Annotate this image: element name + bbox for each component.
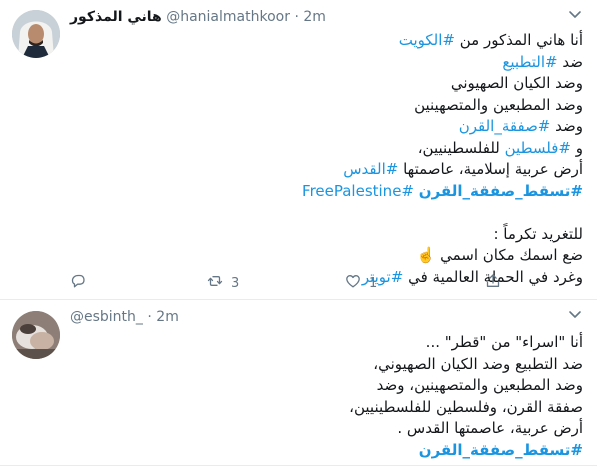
avatar[interactable] [12, 10, 60, 58]
separator: · [294, 9, 299, 25]
tweet-line: صفقة القرن، وفلسطين للفلسطينيين، [70, 397, 583, 419]
hashtag-link[interactable]: #تسقط_صفقة_القرن [419, 182, 583, 200]
tweet-text-segment: أنا هاني المذكور من [454, 31, 583, 49]
hashtag-link[interactable]: #صفقة_القرن [459, 117, 551, 135]
tweet-line: و #فلسطين للفلسطينيين، [70, 138, 583, 160]
tweet-line: وضد #صفقة_القرن [70, 116, 583, 138]
tweet-text-segment: وضد المطبعين والمتصهينين [414, 95, 583, 114]
tweet-text-segment: صفقة القرن، وفلسطين للفلسطينيين، [349, 397, 583, 416]
share-icon [485, 273, 501, 293]
tweet-text-segment: للتغريد تكرماً : [493, 224, 583, 243]
tweet-line: أرض عربية، عاصمتها القدس . [70, 418, 583, 440]
tweet-text-segment: ضد [557, 52, 583, 71]
timestamp[interactable]: 2m [156, 309, 179, 325]
tweet[interactable]: هاني المذكور @hanialmathkoor · 2m أنا ها… [0, 0, 597, 300]
hashtag-link[interactable]: #التطبيع [502, 53, 557, 71]
tweet-text-segment: وضد [550, 117, 583, 135]
hashtag-link[interactable]: #الكويت [399, 31, 455, 49]
tweet-text: أنا "اسراء" من "قطر" ... ضد التطبيع وضد ا… [70, 332, 583, 461]
tweet-line: أنا هاني المذكور من #الكويت [70, 30, 583, 52]
hashtag-link[interactable]: #القدس [343, 160, 398, 178]
tweet-text-segment: للفلسطينيين، [417, 138, 505, 157]
tweet-text-segment: ضع اسمك مكان اسمي ☝️ [416, 246, 583, 264]
tweet-text: أنا هاني المذكور من #الكويت ضد #التطبيع وض… [70, 30, 583, 288]
tweet-line: للتغريد تكرماً : [70, 224, 583, 246]
chevron-down-icon[interactable] [567, 6, 583, 22]
tweet-text-segment: وضد المطبعين والمتصهينين، وضد [376, 376, 583, 394]
display-name[interactable]: هاني المذكور [70, 9, 162, 25]
tweet-line: أرض عربية إسلامية، عاصمتها #القدس [70, 159, 583, 181]
hashtag-link[interactable]: #FreePalestine [302, 182, 414, 200]
tweet-text-segment: أرض عربية، عاصمتها القدس . [397, 419, 583, 437]
tweet-actions: 3 1 [70, 273, 510, 293]
tweet-text-segment: ضد التطبيع وضد الكيان الصهيوني، [373, 354, 583, 373]
tweet-line: ضد #التطبيع [70, 52, 583, 74]
tweet-line: وضد الكيان الصهيوني [70, 73, 583, 95]
retweet-icon [207, 273, 223, 293]
tweet[interactable]: @esbinth_ · 2m أنا "اسراء" من "قطر" ... ض… [0, 300, 597, 466]
retweet-button[interactable]: 3 [207, 273, 239, 293]
tweet-line: ضع اسمك مكان اسمي ☝️ [70, 245, 583, 267]
timestamp[interactable]: 2m [303, 9, 326, 25]
tweet-line: أنا "اسراء" من "قطر" ... [70, 332, 583, 354]
avatar[interactable] [12, 311, 60, 359]
tweet-line: وضد المطبعين والمتصهينين [70, 95, 583, 117]
tweet-text-segment: وضد الكيان الصهيوني [450, 74, 583, 92]
heart-icon [345, 273, 361, 293]
like-count: 1 [369, 275, 378, 291]
tweet-line: ضد التطبيع وضد الكيان الصهيوني، [70, 354, 583, 376]
tweet-line: #تسقط_صفقة_القرن [70, 440, 583, 462]
tweet-text-segment: أنا "اسراء" من "قطر" ... [425, 333, 583, 351]
reply-button[interactable] [70, 273, 94, 293]
user-handle[interactable]: @esbinth_ [70, 309, 143, 325]
tweet-header: @esbinth_ · 2m [70, 306, 557, 328]
tweet-text-segment: أرض عربية إسلامية، عاصمتها [398, 160, 583, 178]
user-handle[interactable]: @hanialmathkoor [166, 9, 290, 25]
tweet-line [70, 202, 583, 224]
hashtag-link[interactable]: #فلسطين [505, 139, 571, 157]
separator: · [147, 309, 152, 325]
tweet-line: وضد المطبعين والمتصهينين، وضد [70, 375, 583, 397]
reply-icon [70, 273, 86, 293]
hashtag-link[interactable]: #تسقط_صفقة_القرن [419, 441, 583, 459]
tweet-text-segment: و [570, 138, 583, 157]
share-button[interactable] [485, 273, 501, 293]
retweet-count: 3 [231, 275, 240, 291]
tweet-line: #تسقط_صفقة_القرن #FreePalestine [70, 181, 583, 203]
like-button[interactable]: 1 [345, 273, 377, 293]
chevron-down-icon[interactable] [567, 306, 583, 322]
tweet-header: هاني المذكور @hanialmathkoor · 2m [70, 6, 557, 28]
